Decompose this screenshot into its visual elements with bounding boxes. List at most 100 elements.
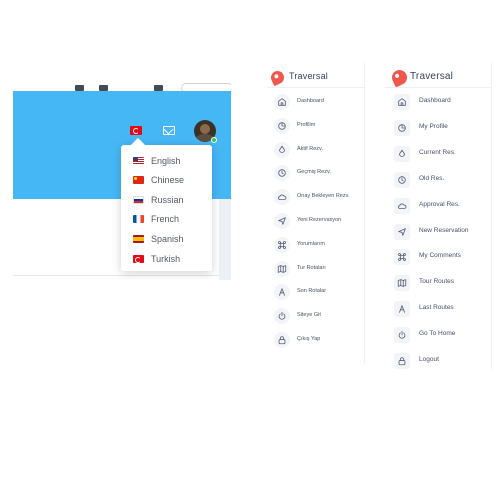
sidebar-item-label: Onay Bekleyen Rezv. xyxy=(297,193,350,200)
clock-icon xyxy=(394,171,410,188)
map-icon xyxy=(394,275,410,292)
language-option-french[interactable]: French xyxy=(121,210,212,229)
navigation-icon xyxy=(394,223,410,240)
sidebar-item-current-res[interactable]: Current Res. xyxy=(385,145,491,164)
sidebar-item-my-profile[interactable]: My Profile xyxy=(385,119,491,138)
sidebar-item-yorumlarım[interactable]: Yorumlarım xyxy=(267,236,364,255)
language-option-label: Chinese xyxy=(151,175,185,186)
brand-logo-icon xyxy=(389,67,410,88)
language-option-label: English xyxy=(151,155,181,166)
sidebar-item-label: Dashboard xyxy=(297,98,324,104)
sidebar-item-label: Tour Routes xyxy=(419,278,455,286)
power-icon xyxy=(394,327,410,344)
flag-cn-icon xyxy=(133,176,144,185)
sidebar-item-label: Old Res. xyxy=(419,174,445,182)
sidebar-item-label: My Profile xyxy=(419,122,448,130)
sidebar-item-yeni-rezervasyon[interactable]: Yeni Rezervasyon xyxy=(267,213,364,231)
command-icon xyxy=(274,236,290,253)
sidebar-item-label: My Comments xyxy=(419,252,461,260)
brand-name: Traversal xyxy=(289,71,328,81)
language-option-english[interactable]: English xyxy=(121,151,212,170)
language-option-chinese[interactable]: Chinese xyxy=(121,171,212,190)
language-option-label: French xyxy=(151,214,180,225)
language-option-label: Russian xyxy=(151,194,184,205)
pie-chart-icon xyxy=(274,117,290,134)
sidebar-item-approval-res[interactable]: Approval Res. xyxy=(385,197,491,216)
sidebar-item-dashboard[interactable]: Dashboard xyxy=(267,94,364,112)
sidebar-item-my-comments[interactable]: My Comments xyxy=(385,249,491,267)
divider xyxy=(385,87,492,88)
sidebar-item-logout[interactable]: Logout xyxy=(385,353,491,371)
sidebar-item-label: Yorumlarım xyxy=(297,240,325,247)
cloud-icon xyxy=(394,197,410,214)
language-option-spanish[interactable]: Spanish xyxy=(121,229,212,248)
map-icon xyxy=(274,260,290,277)
lock-icon xyxy=(274,332,290,348)
sidebar-item-label: New Reservation xyxy=(419,226,469,234)
app-header-panel: English Chinese Russian French Spanish Turkis… xyxy=(13,83,231,280)
clock-icon xyxy=(274,165,290,182)
sidebar-item-go-to-home[interactable]: Go To Home xyxy=(385,327,491,345)
sidebar-item-tur-rotaları[interactable]: Tur Rotaları xyxy=(267,260,364,279)
pie-chart-icon xyxy=(394,119,410,136)
sidebar-item-label: Aktif Rezv. xyxy=(297,145,323,152)
cloud-icon xyxy=(274,189,290,206)
language-switcher-flag-icon[interactable] xyxy=(130,126,142,135)
droplet-icon xyxy=(274,141,290,158)
sidebar-turkish: Traversal Dashboard Profilim Aktif Rezv. Ge… xyxy=(267,63,365,363)
sidebar-item-label: Yeni Rezervasyon xyxy=(297,217,342,223)
sidebar-item-tour-routes[interactable]: Tour Routes xyxy=(385,275,491,293)
online-status-dot xyxy=(211,137,217,143)
droplet-icon xyxy=(394,145,410,162)
flag-ru-icon xyxy=(133,195,144,204)
sidebar-item-label: Dashboard xyxy=(419,97,451,104)
home-icon xyxy=(394,94,410,110)
scrollbar[interactable] xyxy=(219,199,231,280)
language-option-russian[interactable]: Russian xyxy=(121,190,212,209)
flag-tr-icon xyxy=(133,254,144,263)
sidebar-item-aktif-rezv[interactable]: Aktif Rezv. xyxy=(267,141,364,160)
sidebar-item-new-reservation[interactable]: New Reservation xyxy=(385,223,491,242)
language-dropdown: English Chinese Russian French Spanish Turkis… xyxy=(121,137,212,271)
sidebar-item-label: Tur Rotaları xyxy=(297,264,326,271)
sidebar-item-çıkış-yap[interactable]: Çıkış Yap xyxy=(267,332,364,350)
mail-icon[interactable] xyxy=(163,126,175,135)
power-icon xyxy=(274,308,290,325)
sidebar-item-label: Approval Res. xyxy=(419,200,460,208)
sidebar-english: Traversal Dashboard My Profile Current Res… xyxy=(385,63,492,369)
sidebar-item-last-routes[interactable]: Last Routes xyxy=(385,301,491,319)
sidebar-item-label: Current Res. xyxy=(419,148,456,156)
language-option-label: Turkish xyxy=(151,253,181,264)
sidebar-item-label: Siteye Git xyxy=(297,312,321,319)
anchor-icon xyxy=(394,301,410,318)
lock-icon xyxy=(394,353,410,369)
sidebar-item-label: Last Routes xyxy=(419,304,454,312)
sidebar-item-geçmiş-rezv[interactable]: Geçmiş Rezv. xyxy=(267,165,364,183)
command-icon xyxy=(394,249,410,266)
flag-fr-icon xyxy=(133,215,144,224)
navigation-icon xyxy=(274,213,290,229)
anchor-icon xyxy=(274,284,290,301)
divider xyxy=(13,275,219,276)
flag-es-icon xyxy=(133,234,144,243)
sidebar-item-label: Logout xyxy=(419,356,439,363)
sidebar-item-label: Go To Home xyxy=(419,330,456,338)
browser-toolbar-strip xyxy=(13,83,231,93)
sidebar-item-dashboard[interactable]: Dashboard xyxy=(385,94,491,112)
sidebar-item-profilim[interactable]: Profilim xyxy=(267,117,364,136)
language-option-turkish[interactable]: Turkish xyxy=(121,249,212,268)
sidebar-item-siteye-git[interactable]: Siteye Git xyxy=(267,308,364,326)
brand-logo-icon xyxy=(268,68,287,87)
sidebar-item-label: Son Rotalar xyxy=(297,288,327,295)
home-icon xyxy=(274,94,290,110)
sidebar-item-old-res[interactable]: Old Res. xyxy=(385,171,491,190)
sidebar-item-label: Profilim xyxy=(297,121,316,128)
sidebar-item-son-rotalar[interactable]: Son Rotalar xyxy=(267,284,364,302)
language-option-label: Spanish xyxy=(151,233,184,244)
brand-name: Traversal xyxy=(410,71,454,82)
divider xyxy=(267,87,365,88)
flag-us-icon xyxy=(133,156,144,165)
sidebar-item-label: Geçmiş Rezv. xyxy=(297,169,331,176)
sidebar-item-onay-bekleyen-rezv[interactable]: Onay Bekleyen Rezv. xyxy=(267,189,364,207)
sidebar-item-label: Çıkış Yap xyxy=(297,336,321,342)
